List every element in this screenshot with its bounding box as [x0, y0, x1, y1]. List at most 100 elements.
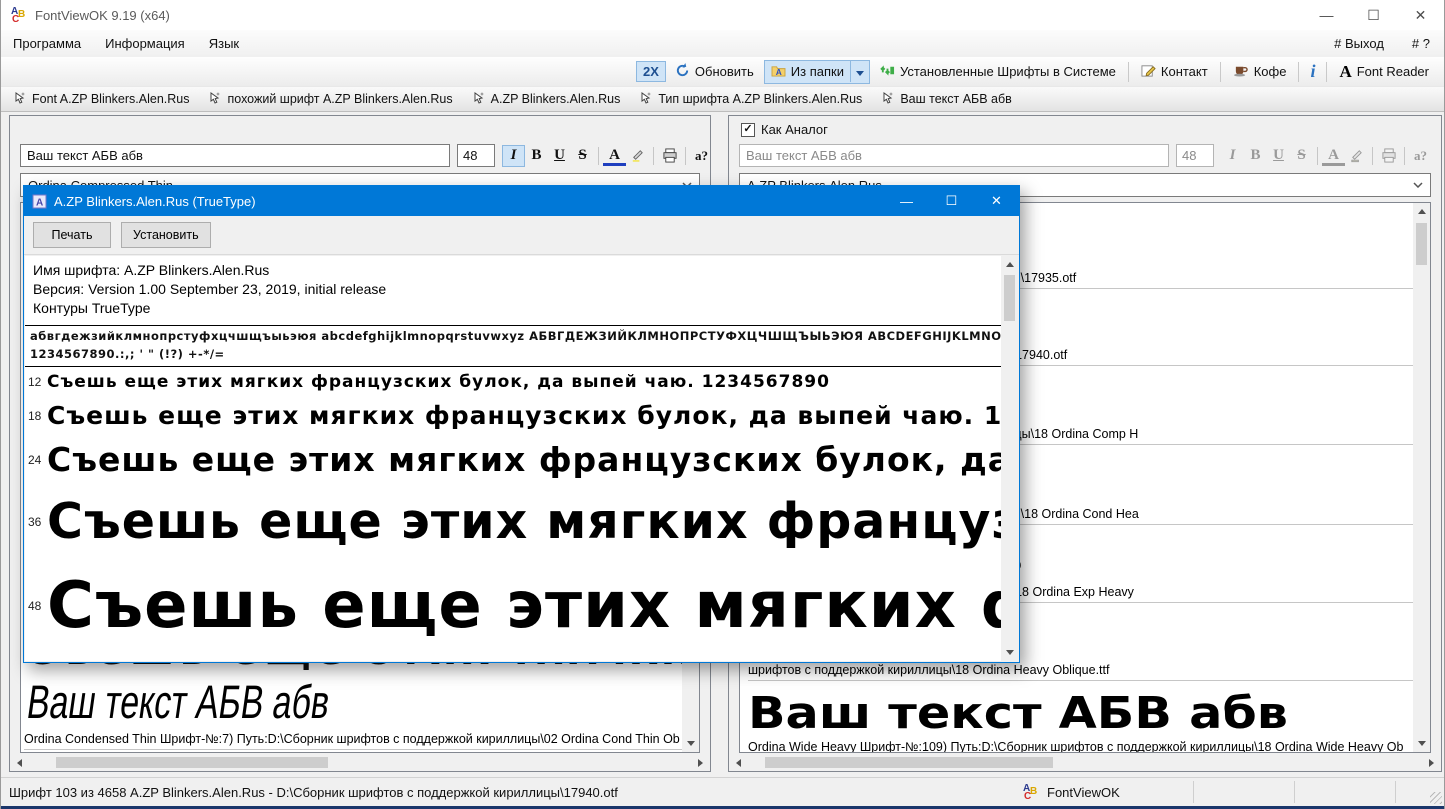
font-color-button[interactable]: A — [603, 147, 626, 166]
aa-sample-button[interactable]: a? — [690, 145, 713, 167]
dialog-maximize-button[interactable]: ☐ — [929, 186, 974, 216]
menu-help[interactable]: # ? — [1398, 36, 1444, 51]
tab-font-name[interactable]: A.ZP Blinkers.Alen.Rus — [463, 87, 631, 111]
installed-fonts-button[interactable]: Установленные Шрифты в Системе — [875, 61, 1121, 83]
strikethrough-button[interactable]: S — [1290, 145, 1313, 167]
pangram-row-48: 48 Съешь еще этих мягких французских бул… — [25, 559, 1001, 653]
pangram-row-36: 36 Съешь еще этих мягких французских бул… — [25, 484, 1001, 559]
scrollbar-thumb[interactable] — [1004, 275, 1015, 321]
strikethrough-button[interactable]: S — [571, 145, 594, 167]
alphabet-sample-line2: 1234567890.:,; ' " (!?) +-*/= — [25, 344, 1001, 366]
style-separator — [653, 147, 654, 165]
scroll-right-button[interactable] — [692, 754, 709, 771]
maximize-button[interactable]: ☐ — [1350, 0, 1397, 30]
status-font-info: Шрифт 103 из 4658 A.ZP Blinkers.Alen.Rus… — [1, 785, 618, 800]
dialog-vertical-scrollbar[interactable] — [1001, 256, 1018, 661]
tab-font-type[interactable]: Тип шрифта A.ZP Blinkers.Alen.Rus — [630, 87, 872, 111]
font-sample-caption: Ordina Condensed Thin Шрифт-№:7) Путь:D:… — [24, 728, 682, 750]
tab-your-text[interactable]: Ваш текст АБВ абв — [872, 87, 1022, 111]
bold-button[interactable]: B — [1244, 145, 1267, 167]
resize-grip[interactable] — [1430, 792, 1442, 804]
left-size-input[interactable]: 48 — [457, 144, 495, 167]
aa-sample-button[interactable]: a? — [1409, 145, 1432, 167]
scroll-up-button[interactable] — [1001, 256, 1018, 273]
menu-information[interactable]: Информация — [93, 36, 197, 51]
right-size-input[interactable]: 48 — [1176, 144, 1214, 167]
underline-button[interactable]: U — [1267, 145, 1290, 167]
menu-language[interactable]: Язык — [197, 36, 251, 51]
font-reader-button[interactable]: A Font Reader — [1334, 60, 1434, 84]
info-button[interactable]: i — [1306, 61, 1319, 82]
font-color-button[interactable]: A — [1322, 147, 1345, 166]
scroll-down-button[interactable] — [1001, 644, 1018, 661]
print-button[interactable] — [658, 145, 681, 167]
dialog-close-button[interactable]: ✕ — [974, 186, 1019, 216]
highlighter-button[interactable] — [626, 145, 649, 167]
menu-program[interactable]: Программа — [1, 36, 93, 51]
tab-similar-font[interactable]: похожий шрифт A.ZP Blinkers.Alen.Rus — [199, 87, 462, 111]
size-label: 24 — [25, 453, 47, 467]
coffee-button[interactable]: Кофе — [1228, 61, 1292, 82]
right-horizontal-scrollbar[interactable] — [730, 754, 1440, 771]
as-analog-checkbox-row[interactable]: ✓ Как Аналог — [741, 122, 828, 137]
pangram-sample: Съешь еще этих мягких французских булок,… — [47, 569, 1001, 643]
font-list-item[interactable]: Ваш текст АБВ абв Ordina Wide Heavy Шриф… — [740, 681, 1413, 752]
font-path: Ordina Wide Heavy Шрифт-№:109) Путь:D:\С… — [748, 736, 1413, 752]
folder-icon: A — [771, 64, 786, 80]
scrollbar-thumb[interactable] — [765, 757, 1053, 768]
scroll-down-button[interactable] — [682, 735, 699, 752]
svg-text:A: A — [36, 197, 43, 208]
refresh-icon — [675, 63, 690, 81]
scroll-left-button[interactable] — [730, 754, 747, 771]
scroll-up-button[interactable] — [1413, 203, 1430, 220]
style-separator — [685, 147, 686, 165]
underline-button[interactable]: U — [548, 145, 571, 167]
from-folder-dropdown-arrow[interactable] — [850, 61, 869, 82]
font-info-block: Имя шрифта: A.ZP Blinkers.Alen.Rus Верси… — [25, 256, 1001, 325]
dialog-preview-area: Имя шрифта: A.ZP Blinkers.Alen.Rus Верси… — [25, 256, 1001, 661]
minimize-button[interactable]: — — [1303, 0, 1350, 30]
checkbox-label: Как Аналог — [761, 122, 828, 137]
from-folder-button[interactable]: A Из папки — [764, 60, 870, 84]
pangram-sample: Съешь еще этих мягких французских булок,… — [47, 493, 1001, 550]
partial-font-sample: Ваш текст АБВ абв — [24, 750, 682, 752]
scroll-left-button[interactable] — [11, 754, 28, 771]
scrollbar-thumb[interactable] — [56, 757, 328, 768]
right-text-input[interactable]: Ваш текст АБВ абв — [739, 144, 1169, 167]
bold-button[interactable]: B — [525, 145, 548, 167]
alphabet-sample-line1: абвгдежзийклмнопрстуфхцчшщъыьэюя abcdefg… — [25, 326, 1001, 344]
highlighter-button[interactable] — [1345, 145, 1368, 167]
scrollbar-thumb[interactable] — [1416, 223, 1427, 265]
scroll-down-button[interactable] — [1413, 735, 1430, 752]
pangram-row-12: 12 Съешь еще этих мягких французских бул… — [25, 367, 1001, 396]
font-picker-icon — [209, 91, 221, 107]
zoom-2x-button[interactable]: 2X — [636, 61, 666, 82]
refresh-button[interactable]: Обновить — [670, 61, 759, 83]
font-picker-icon — [640, 91, 652, 107]
scroll-right-button[interactable] — [1423, 754, 1440, 771]
right-style-toolbar: I B U S A a? — [1221, 144, 1432, 167]
statusbar: Шрифт 103 из 4658 A.ZP Blinkers.Alen.Rus… — [1, 777, 1444, 806]
dialog-print-button[interactable]: Печать — [33, 222, 111, 248]
close-button[interactable]: ✕ — [1397, 0, 1444, 30]
contact-button[interactable]: Контакт — [1136, 61, 1213, 83]
font-version-line: Версия: Version 1.00 September 23, 2019,… — [33, 280, 993, 299]
left-text-input[interactable]: Ваш текст АБВ абв — [20, 144, 450, 167]
print-button[interactable] — [1377, 145, 1400, 167]
tab-font[interactable]: Font A.ZP Blinkers.Alen.Rus — [4, 87, 199, 111]
font-picker-icon — [882, 91, 894, 107]
left-horizontal-scrollbar[interactable] — [11, 754, 709, 771]
italic-button[interactable]: I — [1221, 145, 1244, 167]
dialog-install-button[interactable]: Установить — [121, 222, 211, 248]
checkbox-checked-icon[interactable]: ✓ — [741, 123, 755, 137]
menu-exit[interactable]: # Выход — [1320, 36, 1398, 51]
pangram-sample: Съешь еще этих мягких французских булок,… — [47, 401, 1001, 430]
clipped-font-sample: Съешь еще этих мягких французских — [24, 663, 682, 673]
italic-button[interactable]: I — [502, 145, 525, 167]
dialog-titlebar[interactable]: A A.ZP Blinkers.Alen.Rus (TrueType) — ☐ … — [24, 186, 1019, 216]
dialog-minimize-button[interactable]: — — [884, 186, 929, 216]
titlebar: ABC FontViewOK 9.19 (x64) — ☐ ✕ — [1, 0, 1444, 30]
app-logo-icon: ABC — [1023, 784, 1040, 801]
font-sample-ordina-condensed-thin[interactable]: Ваш текст АБВ абв — [24, 676, 505, 728]
right-list-vertical-scrollbar[interactable] — [1413, 203, 1430, 752]
